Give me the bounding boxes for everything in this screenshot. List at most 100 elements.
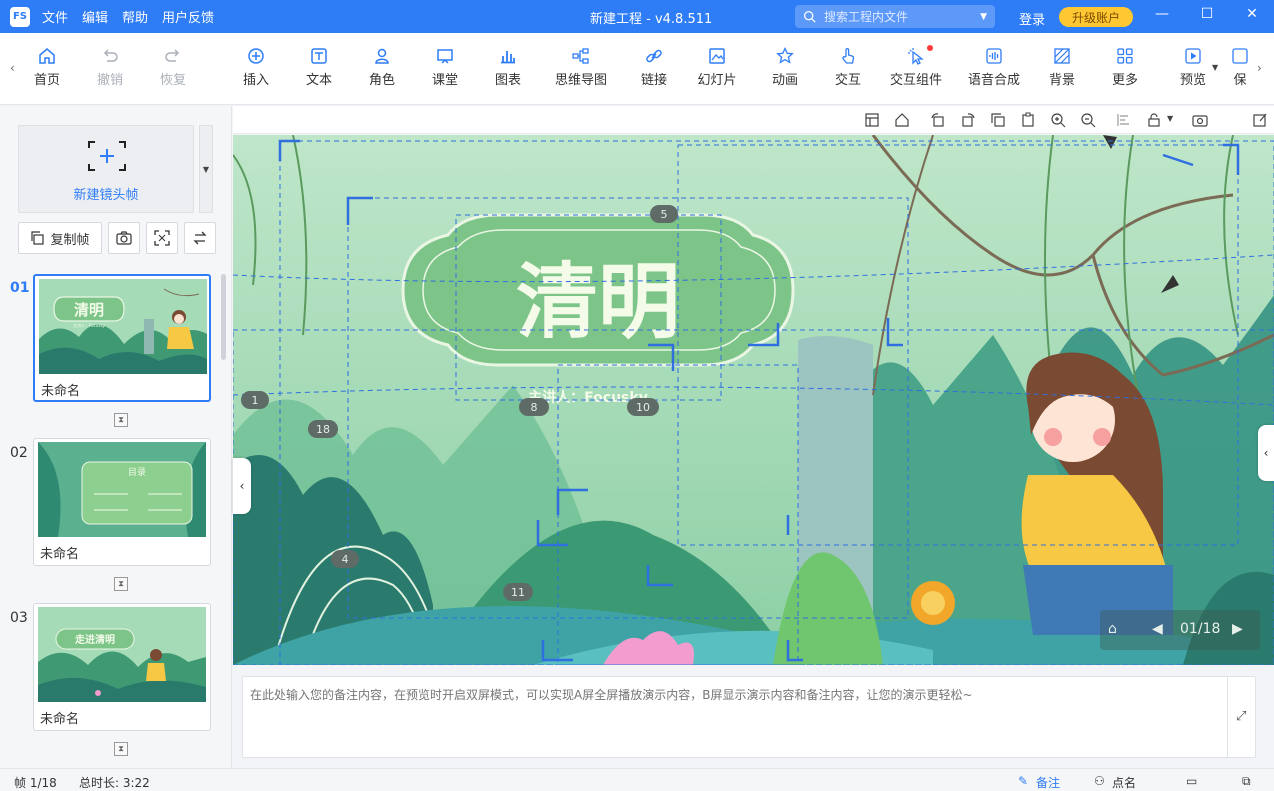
edit-icon[interactable] xyxy=(1252,112,1268,128)
copy-icon xyxy=(31,231,45,245)
next-frame-icon[interactable]: ▶ xyxy=(1232,621,1243,637)
screen-icon[interactable]: ▭ xyxy=(1186,774,1197,788)
login-link[interactable]: 登录 xyxy=(1019,9,1045,28)
mindmap-button[interactable]: 思维导图 xyxy=(550,47,612,88)
menu-help[interactable]: 帮助 xyxy=(122,7,148,26)
text-button[interactable]: 文本 xyxy=(288,47,350,88)
rotate-left-icon[interactable] xyxy=(930,112,946,128)
zoom-in-icon[interactable] xyxy=(1050,112,1066,128)
menu-feedback[interactable]: 用户反馈 xyxy=(162,7,214,26)
classroom-button[interactable]: 课堂 xyxy=(414,47,476,88)
role-button[interactable]: 角色 xyxy=(351,47,413,88)
person-icon xyxy=(375,48,389,64)
menu-edit[interactable]: 编辑 xyxy=(82,7,108,26)
copy-frame-label: 复制帧 xyxy=(50,232,90,248)
save-button[interactable]: 保 xyxy=(1226,47,1254,88)
home-frame-icon[interactable]: ⌂ xyxy=(1108,621,1117,637)
new-frame-button[interactable]: 新建镜头帧 xyxy=(18,125,194,213)
notes-toggle-icon[interactable]: ✎ xyxy=(1018,774,1028,788)
redo-button[interactable]: 恢复 xyxy=(142,47,204,88)
frame-marker[interactable]: 4 xyxy=(342,553,349,566)
align-icon[interactable] xyxy=(1116,112,1132,128)
mindmap-label: 思维导图 xyxy=(554,73,607,88)
zoom-out-icon[interactable] xyxy=(1080,112,1096,128)
home-button[interactable]: 首页 xyxy=(16,47,78,88)
frame-marker[interactable]: 10 xyxy=(636,401,650,414)
window-mode-icon[interactable]: ⧉ xyxy=(1242,774,1251,789)
frame-marker[interactable]: 5 xyxy=(661,208,668,221)
search-box[interactable]: 搜索工程内文件 ▼ xyxy=(795,5,995,28)
fit-frame-button[interactable] xyxy=(146,222,178,254)
transition-icon[interactable]: ⧗ xyxy=(114,742,128,756)
role-label: 角色 xyxy=(368,73,395,88)
maximize-icon[interactable]: ☐ xyxy=(1197,6,1217,22)
insert-button[interactable]: 插入 xyxy=(225,47,287,88)
animation-button[interactable]: 动画 xyxy=(754,47,816,88)
rollcall-button[interactable]: 点名 xyxy=(1112,774,1136,791)
new-frame-dropdown-icon[interactable]: ▼ xyxy=(199,125,213,213)
transition-icon[interactable]: ⧗ xyxy=(114,413,128,427)
frame-marker[interactable]: 18 xyxy=(316,423,330,436)
rollcall-icon[interactable]: ⚇ xyxy=(1094,774,1105,788)
expand-notes-icon[interactable]: ⤢ xyxy=(1236,709,1246,724)
slide-canvas[interactable]: 清明 主讲人：Focusky 5 1 18 8 10 4 11 xyxy=(233,135,1274,665)
undo-label: 撤销 xyxy=(96,73,123,88)
copy-frame-button[interactable]: 复制帧 xyxy=(18,222,102,254)
slide-title[interactable]: 清明 xyxy=(516,255,680,350)
slides-button[interactable]: 幻灯片 xyxy=(686,47,748,88)
layout-icon[interactable] xyxy=(864,112,880,128)
slide-number: 01 xyxy=(10,280,30,296)
frame-marker[interactable]: 11 xyxy=(511,586,525,599)
undo-button[interactable]: 撤销 xyxy=(79,47,141,88)
search-dropdown-icon[interactable]: ▼ xyxy=(980,12,987,22)
fit-frame-icon xyxy=(154,230,170,246)
copy-element-icon[interactable] xyxy=(990,112,1006,128)
title-bar: FS 文件 编辑 帮助 用户反馈 新建工程 - v4.8.511 搜索工程内文件… xyxy=(0,0,1274,33)
minimize-icon[interactable]: — xyxy=(1152,6,1172,22)
transition-icon[interactable]: ⧗ xyxy=(114,577,128,591)
playback-controls: ⌂ ◀ 01/18 ▶ xyxy=(1100,610,1260,650)
link-button[interactable]: 链接 xyxy=(623,47,685,88)
notes-input[interactable] xyxy=(243,677,1228,757)
more-button[interactable]: 更多 xyxy=(1094,47,1156,88)
interaction-button[interactable]: 交互 xyxy=(817,47,879,88)
screenshot-icon[interactable] xyxy=(1192,112,1208,128)
sidebar-scrollbar[interactable] xyxy=(221,274,226,360)
snapshot-button[interactable] xyxy=(108,222,140,254)
slides-label: 幻灯片 xyxy=(697,73,737,88)
plus-circle-icon xyxy=(248,48,264,64)
menu-file[interactable]: 文件 xyxy=(42,7,68,26)
interactive-component-button[interactable]: 交互组件 xyxy=(885,45,947,88)
background-button[interactable]: 背景 xyxy=(1031,47,1093,88)
frame-marker[interactable]: 1 xyxy=(252,394,259,407)
frame-status: 帧 1/18 xyxy=(14,776,57,790)
upgrade-button[interactable]: 升级账户 xyxy=(1059,7,1133,27)
close-icon[interactable]: ✕ xyxy=(1242,6,1262,22)
notes-toggle-button[interactable]: 备注 xyxy=(1036,774,1060,791)
slide-thumbnail-1[interactable]: 清明 主讲人：Focusky 未命名 xyxy=(33,274,211,402)
more-label: 更多 xyxy=(1111,73,1138,88)
search-icon xyxy=(803,10,816,23)
slide-thumbnail-2[interactable]: 目录 未命名 xyxy=(33,438,211,566)
preview-dropdown-icon[interactable]: ▼ xyxy=(1212,63,1218,72)
swap-frame-button[interactable] xyxy=(184,222,216,254)
lock-dropdown-icon[interactable]: ▼ xyxy=(1167,114,1173,123)
chart-button[interactable]: 图表 xyxy=(477,47,539,88)
canvas-collapse-left-icon[interactable]: ‹ xyxy=(233,458,251,514)
grid-icon xyxy=(1117,48,1133,64)
slides-icon xyxy=(709,48,725,64)
voice-synthesis-button[interactable]: 语音合成 xyxy=(963,47,1025,88)
slide-name-1: 未命名 xyxy=(41,384,81,399)
toolbar-scroll-right-icon[interactable]: › xyxy=(1257,61,1262,75)
lock-icon[interactable] xyxy=(1146,112,1162,128)
slide-preview-2: 目录 xyxy=(38,442,206,537)
rotate-right-icon[interactable] xyxy=(960,112,976,128)
slide-thumbnail-3[interactable]: 走进清明 未命名 xyxy=(33,603,211,731)
toolbar-scroll-left-icon[interactable]: ‹ xyxy=(10,61,15,75)
home-view-icon[interactable] xyxy=(894,112,910,128)
canvas-collapse-right-icon[interactable]: ‹ xyxy=(1258,425,1274,481)
prev-frame-icon[interactable]: ◀ xyxy=(1152,621,1163,637)
frame-marker[interactable]: 8 xyxy=(531,401,538,414)
redo-icon xyxy=(165,49,180,62)
paste-icon[interactable] xyxy=(1020,112,1036,128)
